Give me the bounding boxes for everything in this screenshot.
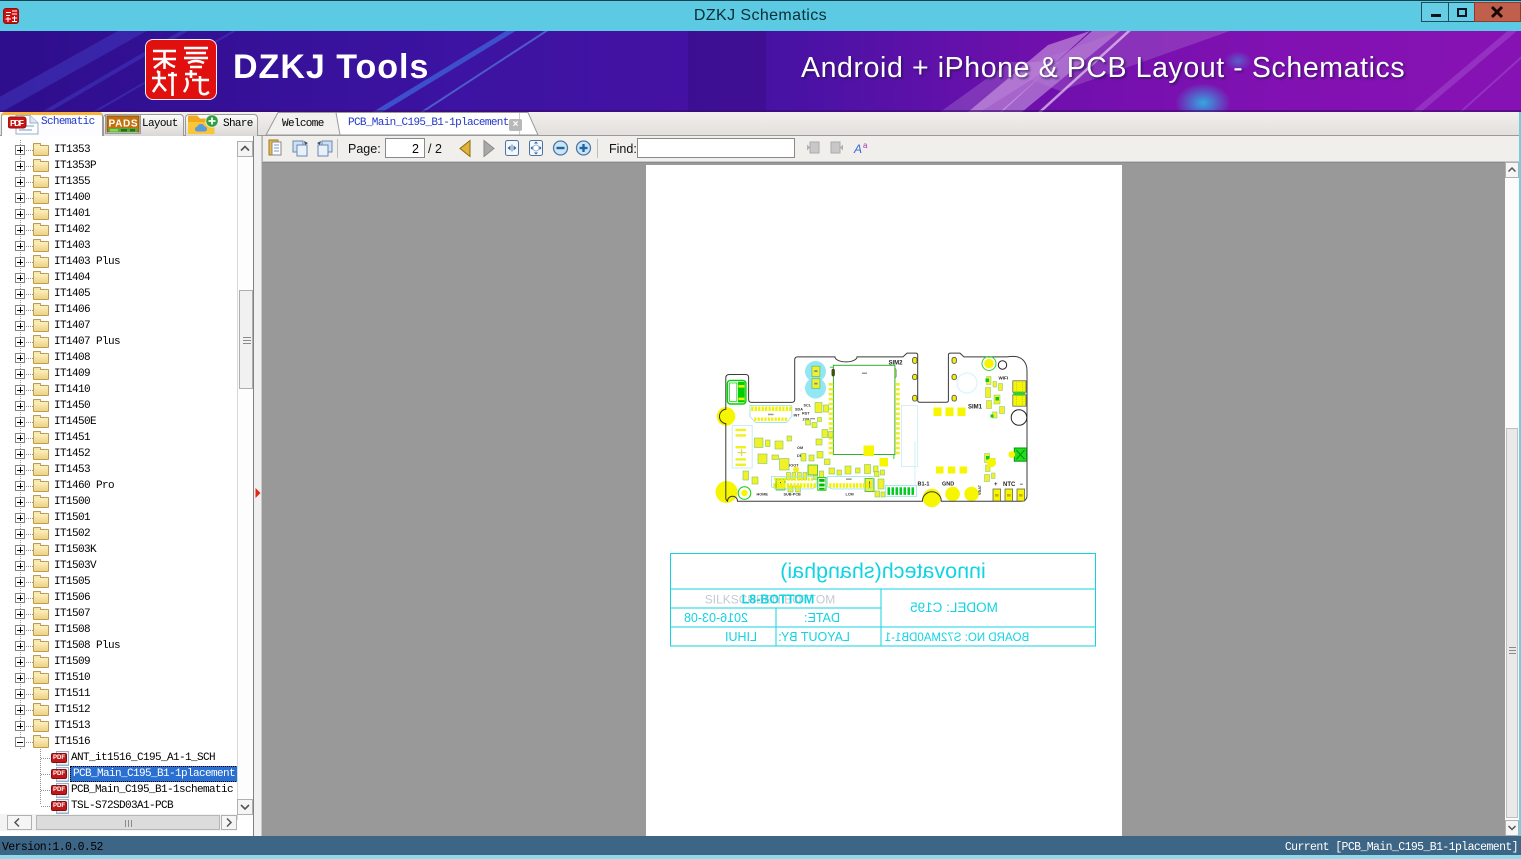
svg-text:BOARD NO: S72MA0DB1-1: BOARD NO: S72MA0DB1-1 <box>885 632 1029 644</box>
svg-text:OM: OM <box>797 446 803 450</box>
svg-text:SIM1: SIM1 <box>968 405 983 411</box>
svg-text:L8-BOTTOM: L8-BOTTOM <box>742 593 815 607</box>
svg-text:GND: GND <box>942 482 954 488</box>
svg-text:HOME: HOME <box>757 493 769 497</box>
svg-text:PDF: PDF <box>10 118 24 128</box>
svg-text:WIFI: WIFI <box>999 376 1009 381</box>
svg-text:INT: INT <box>794 414 801 418</box>
svg-text:B1-1: B1-1 <box>918 482 930 488</box>
svg-text:a: a <box>863 141 868 150</box>
svg-text:VBAT: VBAT <box>978 484 982 495</box>
svg-text:innovatech(shanghai): innovatech(shanghai) <box>780 559 986 583</box>
svg-text:LIHUI: LIHUI <box>725 630 757 644</box>
svg-text:−: − <box>1020 482 1024 488</box>
svg-text:2016-03-08: 2016-03-08 <box>684 611 748 625</box>
svg-text:NTC: NTC <box>1003 482 1016 488</box>
svg-text:LCM: LCM <box>846 493 854 497</box>
svg-text:PADS: PADS <box>109 119 138 130</box>
svg-text:SUB-PCB: SUB-PCB <box>784 493 802 497</box>
svg-text:MODEL: C195: MODEL: C195 <box>910 600 998 615</box>
svg-text:+: + <box>994 482 998 488</box>
svg-text:DATE:: DATE: <box>804 611 840 625</box>
svg-text:LAYOUT BY:: LAYOUT BY: <box>778 630 850 644</box>
svg-text:SCL: SCL <box>804 404 812 408</box>
svg-text:RST: RST <box>802 412 810 416</box>
svg-text:A: A <box>853 142 862 156</box>
